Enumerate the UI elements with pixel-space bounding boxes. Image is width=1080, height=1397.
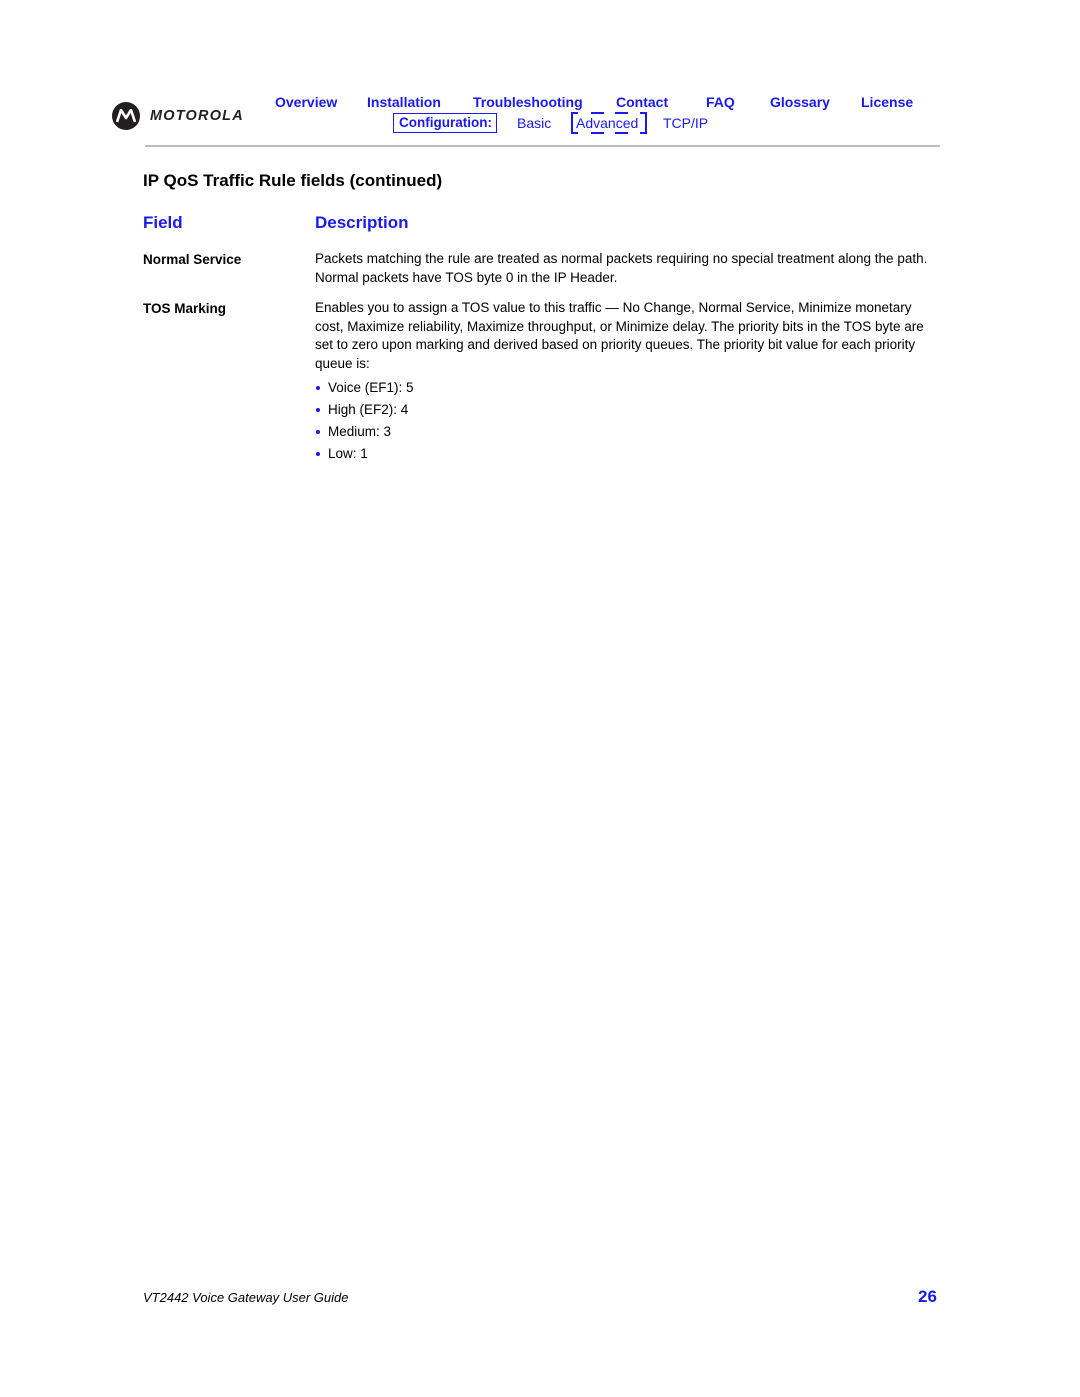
list-item: Voice (EF1): 5 (315, 377, 414, 399)
bullet-icon (316, 452, 320, 456)
field-name: TOS Marking (143, 301, 227, 316)
nav-faq[interactable]: FAQ (706, 94, 735, 110)
configuration-section-label: Configuration: (393, 113, 497, 133)
list-item-text: Low: 1 (328, 446, 368, 461)
header-separator (145, 145, 940, 147)
nav-contact[interactable]: Contact (616, 94, 668, 110)
current-dash (591, 132, 604, 134)
priority-queue-list: Voice (EF1): 5 High (EF2): 4 Medium: 3 L… (315, 377, 414, 465)
current-bracket-right (640, 112, 647, 134)
current-dash (591, 112, 604, 114)
field-description: Enables you to assign a TOS value to thi… (315, 300, 924, 371)
bullet-icon (316, 430, 320, 434)
list-item-text: Medium: 3 (328, 424, 392, 439)
page-number: 26 (918, 1287, 937, 1306)
nav-glossary[interactable]: Glossary (770, 94, 830, 110)
bullet-icon (316, 408, 320, 412)
configuration-subnav: Configuration: Basic Advanced TCP/IP (0, 112, 1080, 134)
list-item: Low: 1 (315, 443, 414, 465)
footer-document-title: VT2442 Voice Gateway User Guide (143, 1290, 349, 1305)
subnav-advanced-current[interactable]: Advanced (571, 112, 647, 134)
field-description: Packets matching the rule are treated as… (315, 251, 928, 285)
list-item: Medium: 3 (315, 421, 414, 443)
top-navigation: Overview Installation Troubleshooting Co… (0, 94, 1080, 112)
nav-license[interactable]: License (861, 94, 913, 110)
field-name: Normal Service (143, 252, 242, 267)
current-dash (615, 112, 628, 114)
list-item-text: Voice (EF1): 5 (328, 380, 414, 395)
subnav-tcpip[interactable]: TCP/IP (663, 115, 708, 131)
subnav-basic[interactable]: Basic (517, 115, 551, 131)
column-header-field: Field (143, 213, 183, 232)
current-dash (615, 132, 628, 134)
page-title: IP QoS Traffic Rule fields (continued) (143, 171, 443, 190)
nav-installation[interactable]: Installation (367, 94, 441, 110)
nav-overview[interactable]: Overview (275, 94, 337, 110)
column-header-description: Description (315, 213, 409, 232)
subnav-advanced-label: Advanced (576, 115, 639, 131)
bullet-icon (316, 386, 320, 390)
nav-troubleshooting[interactable]: Troubleshooting (473, 94, 583, 110)
list-item-text: High (EF2): 4 (328, 402, 409, 417)
list-item: High (EF2): 4 (315, 399, 414, 421)
